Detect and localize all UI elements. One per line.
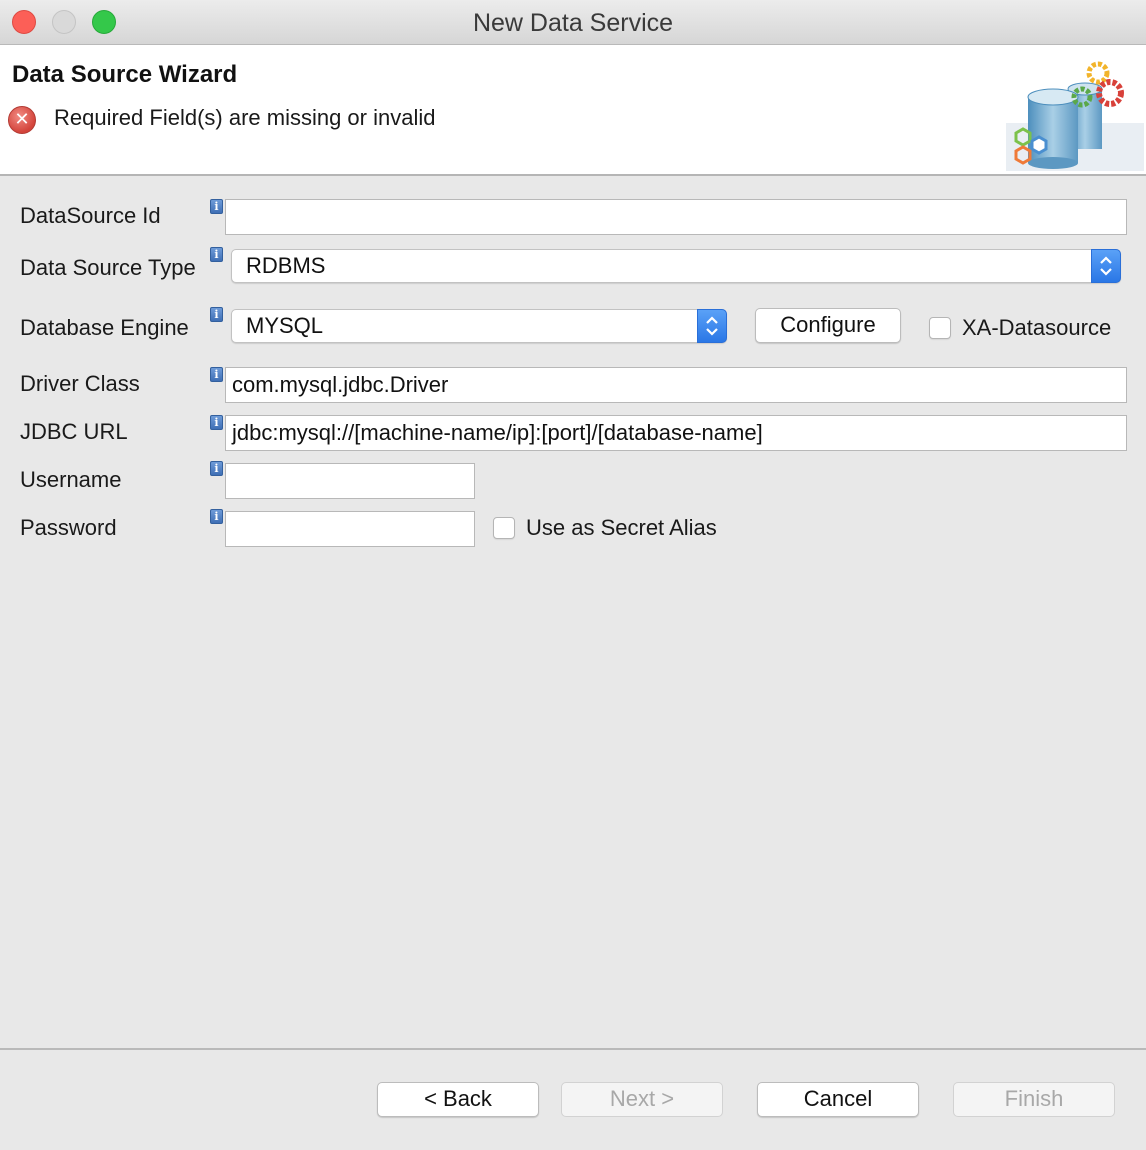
error-icon: ✕ — [8, 106, 36, 134]
xa-datasource-checkbox[interactable] — [929, 317, 951, 339]
cancel-button[interactable]: Cancel — [757, 1082, 919, 1117]
driver-class-input[interactable]: com.mysql.jdbc.Driver — [225, 367, 1127, 403]
chevron-updown-icon — [697, 309, 727, 343]
title-bar: New Data Service — [0, 0, 1146, 45]
datasource-id-label: DataSource Id — [20, 203, 161, 228]
info-icon[interactable]: i — [210, 367, 223, 382]
info-icon[interactable]: i — [210, 247, 223, 262]
datasource-type-select[interactable]: RDBMS — [231, 249, 1121, 283]
next-button[interactable]: Next > — [561, 1082, 723, 1117]
database-engine-label: Database Engine — [20, 315, 189, 340]
footer-separator — [0, 1048, 1146, 1050]
username-label: Username — [20, 467, 122, 492]
secret-alias-label: Use as Secret Alias — [526, 515, 717, 540]
password-label: Password — [20, 515, 117, 540]
secret-alias-checkbox[interactable] — [493, 517, 515, 539]
back-button[interactable]: < Back — [377, 1082, 539, 1117]
driver-class-label: Driver Class — [20, 371, 140, 396]
wizard-title: Data Source Wizard — [12, 61, 238, 88]
info-icon[interactable]: i — [210, 509, 223, 524]
error-message: Required Field(s) are missing or invalid — [54, 105, 436, 130]
configure-button[interactable]: Configure — [755, 308, 901, 343]
datasource-type-value: RDBMS — [246, 253, 326, 278]
window-title: New Data Service — [472, 9, 674, 37]
username-input[interactable] — [225, 463, 475, 499]
datasource-wizard-icon — [1006, 61, 1144, 171]
datasource-id-input[interactable] — [225, 199, 1127, 235]
database-engine-value: MYSQL — [246, 313, 324, 338]
info-icon[interactable]: i — [210, 307, 223, 322]
chevron-updown-icon — [1091, 249, 1121, 283]
finish-button[interactable]: Finish — [953, 1082, 1115, 1117]
wizard-banner: Data Source Wizard ✕ Required Field(s) a… — [0, 45, 1146, 176]
info-icon[interactable]: i — [210, 199, 223, 214]
database-engine-select[interactable]: MYSQL — [231, 309, 727, 343]
info-icon[interactable]: i — [210, 415, 223, 430]
jdbc-url-label: JDBC URL — [20, 419, 128, 444]
xa-datasource-label: XA-Datasource — [962, 315, 1112, 340]
info-icon[interactable]: i — [210, 461, 223, 476]
datasource-type-label: Data Source Type — [20, 255, 196, 280]
jdbc-url-input[interactable]: jdbc:mysql://[machine-name/ip]:[port]/[d… — [225, 415, 1127, 451]
password-input[interactable] — [225, 511, 475, 547]
